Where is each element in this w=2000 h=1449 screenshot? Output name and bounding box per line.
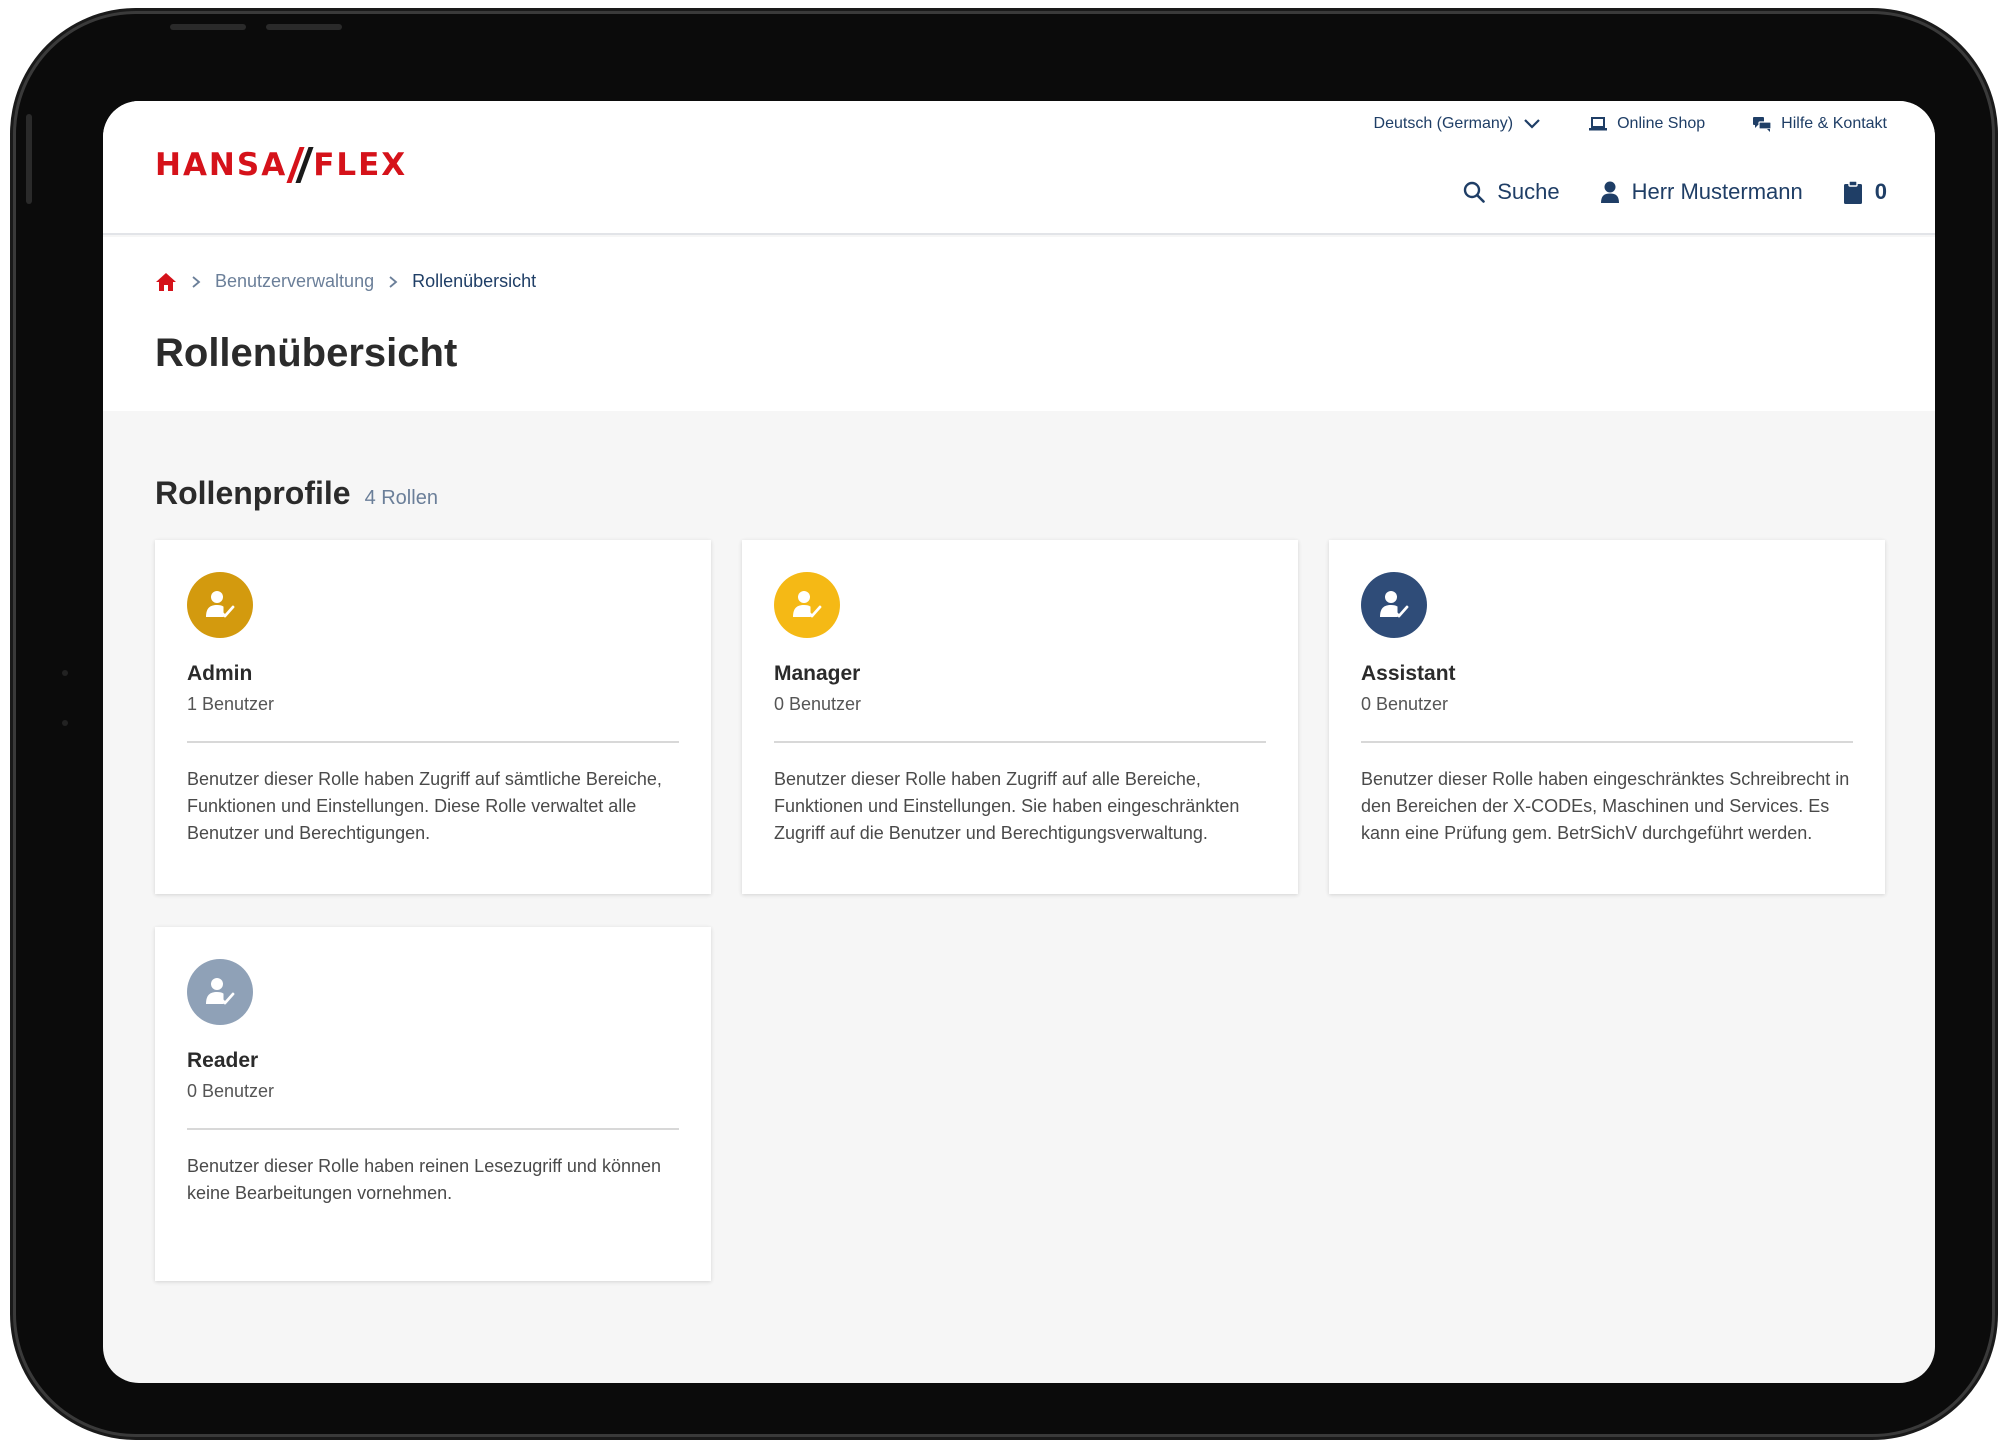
role-name: Admin <box>187 662 253 685</box>
user-account-button[interactable]: Herr Mustermann <box>1600 179 1803 205</box>
breadcrumb-current: Rollenübersicht <box>412 271 537 291</box>
tablet-volume-button <box>170 24 246 30</box>
breadcrumb-user-management[interactable]: Benutzerverwaltung <box>215 271 374 292</box>
role-user-count: 0 Benutzer <box>1361 694 1449 714</box>
page-title: Rollenübersicht <box>155 331 458 375</box>
role-avatar <box>774 572 840 638</box>
card-divider <box>187 741 679 743</box>
breadcrumb: Benutzerverwaltung Rollenübersicht <box>155 271 536 292</box>
search-label: Suche <box>1497 179 1560 204</box>
role-name: Reader <box>187 1049 259 1072</box>
role-description: Benutzer dieser Rolle haben reinen Lesez… <box>187 1156 661 1203</box>
role-description: Benutzer dieser Rolle haben eingeschränk… <box>1361 769 1850 843</box>
meta-navigation: Deutsch (Germany) Online Shop Hilfe & Ko… <box>1374 115 1887 133</box>
tablet-volume-button <box>266 24 342 30</box>
chat-bubbles-icon <box>1753 116 1772 132</box>
role-card-assistant[interactable]: Assistant 0 Benutzer Benutzer dieser Rol… <box>1329 540 1885 894</box>
logo-text-right: FLEX <box>313 147 408 183</box>
card-divider <box>774 741 1266 743</box>
tablet-camera <box>62 720 68 726</box>
role-name: Manager <box>774 662 861 685</box>
chevron-right-icon <box>389 275 398 288</box>
role-description: Benutzer dieser Rolle haben Zugriff auf … <box>774 769 1240 843</box>
help-contact-label: Hilfe & Kontakt <box>1781 115 1887 132</box>
role-user-count: 0 Benutzer <box>187 1081 275 1101</box>
language-selector[interactable]: Deutsch (Germany) <box>1374 115 1542 133</box>
tablet-frame: HANSA FLEX Deutsch (Germany) Online Shop… <box>16 14 1992 1434</box>
logo-slash-icon <box>289 147 311 183</box>
section-title: Rollenprofile <box>155 475 351 511</box>
role-user-count: 0 Benutzer <box>774 694 862 714</box>
cart-count: 0 <box>1874 179 1887 204</box>
card-divider <box>187 1128 679 1130</box>
tablet-power-button <box>26 114 32 204</box>
role-description: Benutzer dieser Rolle haben Zugriff auf … <box>187 769 662 843</box>
role-name: Assistant <box>1361 662 1456 685</box>
language-label: Deutsch (Germany) <box>1373 115 1514 132</box>
user-check-icon <box>206 978 235 1005</box>
online-shop-link[interactable]: Online Shop <box>1589 115 1705 133</box>
main-navigation: Suche Herr Mustermann 0 <box>1463 179 1887 205</box>
logo-text-left: HANSA <box>155 147 288 183</box>
laptop-icon <box>1589 117 1608 131</box>
user-icon <box>1600 181 1619 203</box>
role-card-reader[interactable]: Reader 0 Benutzer Benutzer dieser Rolle … <box>155 927 711 1281</box>
role-count: 4 Rollen <box>364 487 438 509</box>
search-icon <box>1464 181 1486 203</box>
user-name: Herr Mustermann <box>1631 179 1803 204</box>
home-icon[interactable] <box>155 272 177 292</box>
role-avatar <box>1361 572 1427 638</box>
hansaflex-logo[interactable]: HANSA FLEX <box>155 145 407 185</box>
role-user-count: 1 Benutzer <box>187 694 275 714</box>
search-button[interactable]: Suche <box>1463 179 1560 205</box>
role-avatar <box>187 572 253 638</box>
role-avatar <box>187 959 253 1025</box>
user-check-icon <box>1380 591 1409 618</box>
page-header-area: Benutzerverwaltung Rollenübersicht Rolle… <box>103 237 1935 411</box>
card-divider <box>1361 741 1853 743</box>
chevron-right-icon <box>192 275 201 288</box>
online-shop-label: Online Shop <box>1617 115 1706 132</box>
role-card-admin[interactable]: Admin 1 Benutzer Benutzer dieser Rolle h… <box>155 540 711 894</box>
tablet-sensor <box>62 670 68 676</box>
cart-button[interactable]: 0 <box>1843 179 1887 205</box>
user-check-icon <box>206 591 235 618</box>
site-header: HANSA FLEX Deutsch (Germany) Online Shop… <box>103 101 1935 235</box>
section-heading: Rollenprofile 4 Rollen <box>155 475 438 512</box>
user-check-icon <box>793 591 822 618</box>
help-contact-link[interactable]: Hilfe & Kontakt <box>1753 115 1887 133</box>
chevron-down-icon <box>1524 119 1540 129</box>
clipboard-cart-icon <box>1843 180 1862 204</box>
screen: HANSA FLEX Deutsch (Germany) Online Shop… <box>103 101 1935 1383</box>
role-card-manager[interactable]: Manager 0 Benutzer Benutzer dieser Rolle… <box>742 540 1298 894</box>
